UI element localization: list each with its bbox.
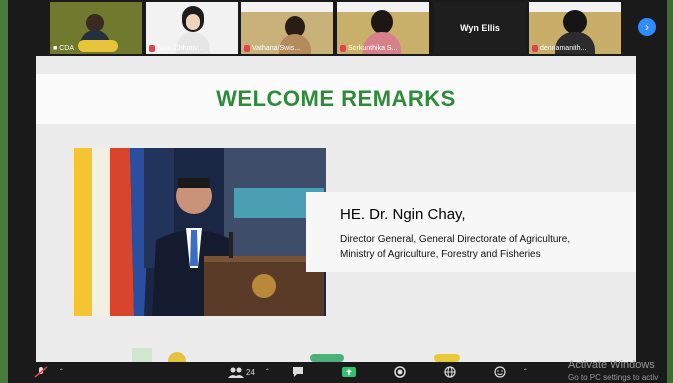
participant-strip: ■ CDA Sorn Chhoriv... Vathana/Swis... Sor…: [8, 0, 667, 56]
globe-interpretation-button[interactable]: [444, 365, 456, 379]
speaker-photo: [74, 148, 326, 316]
mic-muted-icon: [34, 366, 48, 378]
chevron-right-icon: ›: [645, 20, 649, 34]
desktop-edge-left: [0, 0, 8, 383]
emoji-icon: [494, 366, 506, 378]
chevron-up-icon[interactable]: ˆ: [524, 365, 527, 379]
participant-video: [371, 10, 393, 34]
participant-tile[interactable]: ■ CDA: [50, 2, 142, 54]
mute-button[interactable]: [34, 365, 48, 379]
windows-activation-subtext: Go to PC settings to activ: [568, 373, 659, 382]
slide-title-bar: WELCOME REMARKS: [36, 74, 636, 124]
desktop-edge-right: [667, 0, 673, 383]
windows-activation-watermark: Activate Windows: [568, 359, 655, 371]
participant-name: Sorn Chhoriv...: [157, 45, 204, 52]
participant-name: Sorkunthika S...: [348, 45, 398, 52]
speaker-role-line2: Ministry of Agriculture, Forestry and Fi…: [340, 249, 541, 260]
speaker-photo-graphic: [74, 148, 326, 316]
participant-tile[interactable]: Wyn Ellis: [434, 2, 526, 54]
participant-name: dennamanith...: [540, 45, 587, 52]
participant-name: Vathana/Swis...: [252, 45, 301, 52]
logo: [168, 352, 186, 362]
logo: [132, 348, 152, 362]
flowers: [78, 40, 118, 52]
participant-name: Wyn Ellis: [460, 23, 500, 33]
muted-mic-icon: [340, 45, 346, 52]
muted-mic-icon: [149, 45, 155, 52]
record-button[interactable]: [394, 365, 406, 379]
chevron-up-icon[interactable]: ˆ: [60, 365, 63, 379]
logo: [434, 354, 460, 362]
participant-video: [563, 10, 587, 34]
speaker-name: HE. Dr. Ngin Chay,: [340, 206, 466, 223]
participants-icon: [228, 367, 244, 378]
participant-tile[interactable]: Vathana/Swis...: [241, 2, 333, 54]
chat-icon: [293, 367, 303, 377]
globe-icon: [444, 366, 456, 378]
muted-mic-icon: [244, 45, 250, 52]
share-screen-button[interactable]: [342, 365, 356, 379]
participant-count: 24: [246, 367, 255, 377]
chat-button[interactable]: [292, 365, 304, 379]
slide-title: WELCOME REMARKS: [216, 86, 456, 111]
reactions-button[interactable]: [494, 365, 506, 379]
speaker-title: Director General, General Directorate of…: [340, 232, 570, 262]
participants-button[interactable]: 24: [228, 365, 255, 379]
logo: [310, 354, 344, 362]
participant-tile[interactable]: Sorkunthika S...: [337, 2, 429, 54]
muted-mic-icon: [532, 45, 538, 52]
participant-tile[interactable]: dennamanith...: [529, 2, 621, 54]
speaker-role-line1: Director General, General Directorate of…: [340, 234, 571, 245]
shared-slide: WELCOME REMARKS HE. Dr. Ngin Chay, Direc…: [36, 56, 636, 362]
participant-tile[interactable]: Sorn Chhoriv...: [146, 2, 238, 54]
share-screen-icon: [342, 367, 356, 377]
record-icon: [394, 366, 406, 378]
chevron-up-icon[interactable]: ˆ: [266, 365, 269, 379]
participant-name: CDA: [59, 45, 75, 52]
next-participants-button[interactable]: ›: [638, 18, 656, 36]
